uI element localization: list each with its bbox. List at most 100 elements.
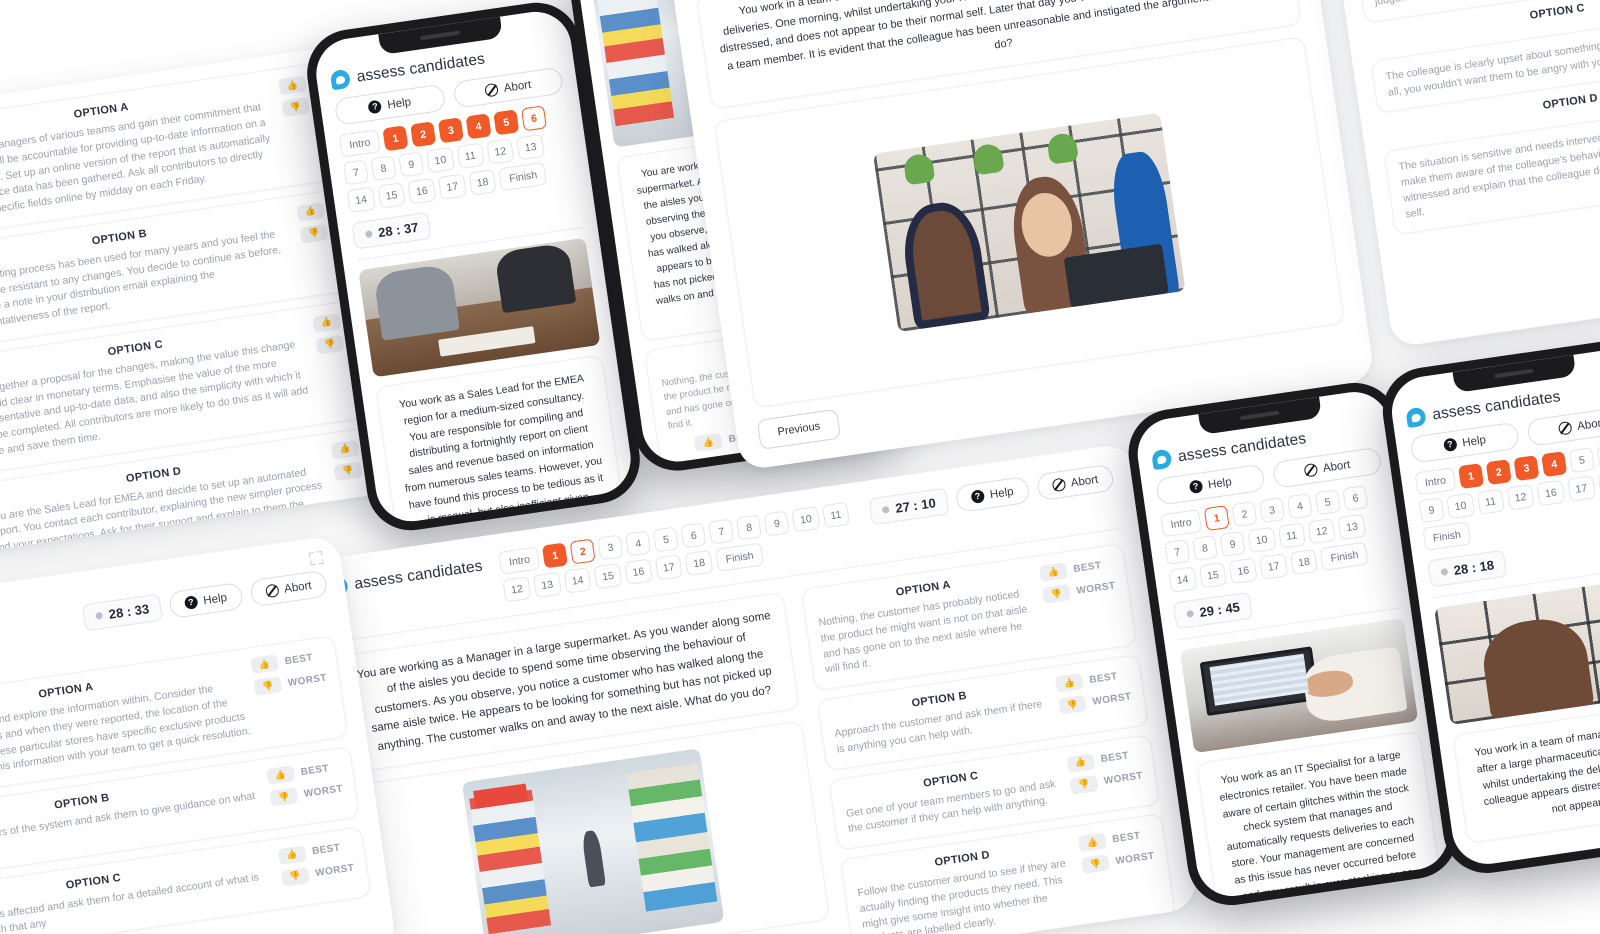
thumbs-down-icon[interactable]: 👎 — [1080, 854, 1110, 874]
thumbs-up-icon[interactable]: 👍 — [1077, 832, 1107, 853]
chip-intro[interactable]: Intro — [1414, 467, 1457, 496]
best-vote[interactable]: 👍 BEST — [1066, 746, 1141, 773]
chip-4[interactable]: 4 — [625, 530, 652, 557]
chip-10[interactable]: 10 — [1446, 492, 1475, 520]
chip-5[interactable]: 5 — [652, 526, 680, 553]
chip-18[interactable]: 18 — [684, 549, 714, 577]
chip-10[interactable]: 10 — [425, 146, 455, 174]
best-vote[interactable]: 👍 BEST — [1077, 826, 1153, 853]
chip-3[interactable]: 3 — [1259, 497, 1286, 524]
chip-10[interactable]: 10 — [1247, 526, 1277, 554]
abort-button[interactable]: Abort — [248, 569, 329, 608]
chip-14[interactable]: 14 — [563, 567, 593, 594]
thumbs-up-icon[interactable]: 👍 — [266, 765, 296, 785]
chip-11[interactable]: 11 — [821, 501, 850, 529]
chip-5[interactable]: 5 — [1568, 447, 1595, 474]
chip-12[interactable]: 12 — [485, 138, 515, 165]
chip-11[interactable]: 11 — [1476, 488, 1505, 515]
chip-6[interactable]: 6 — [520, 105, 548, 132]
chip-8[interactable]: 8 — [1596, 443, 1600, 470]
thumbs-up-icon[interactable]: 👍 — [296, 201, 326, 222]
chip-2[interactable]: 2 — [410, 121, 437, 148]
chip-4[interactable]: 4 — [1286, 493, 1313, 520]
chip-5[interactable]: 5 — [493, 109, 520, 136]
worst-vote[interactable]: 👎 WORST — [269, 780, 344, 807]
chip-3[interactable]: 3 — [437, 117, 464, 144]
thumbs-down-icon[interactable]: 👎 — [280, 97, 310, 118]
worst-vote[interactable]: 👎 WORST — [1069, 768, 1144, 795]
best-vote[interactable]: 👍 BEST — [250, 648, 325, 675]
help-button[interactable]: ? Help — [954, 475, 1031, 514]
chip-finish[interactable]: Finish — [1320, 541, 1369, 571]
thumbs-up-icon[interactable]: 👍 — [1038, 562, 1068, 582]
chip-13[interactable]: 13 — [1337, 513, 1367, 541]
thumbs-down-icon[interactable]: 👎 — [1057, 694, 1087, 715]
thumbs-down-icon[interactable]: 👎 — [269, 787, 299, 807]
abort-button[interactable]: Abort — [451, 66, 565, 109]
chip-intro[interactable]: Intro — [338, 129, 381, 158]
abort-button[interactable]: Abort — [1271, 446, 1383, 489]
thumbs-up-icon[interactable]: 👍 — [1066, 752, 1096, 773]
chip-15[interactable]: 15 — [1198, 562, 1228, 589]
help-button[interactable]: ? Help — [1409, 421, 1521, 464]
thumbs-up-icon[interactable]: 👍 — [312, 312, 342, 333]
previous-button[interactable]: Previous — [756, 408, 841, 450]
chip-6[interactable]: 6 — [1342, 485, 1369, 512]
thumbs-up-icon[interactable]: 👍 — [330, 439, 360, 459]
thumbs-up-icon[interactable]: 👍 — [277, 75, 307, 96]
chip-finish[interactable]: Finish — [1422, 521, 1472, 551]
chip-6[interactable]: 6 — [680, 522, 707, 549]
chip-9[interactable]: 9 — [763, 510, 790, 537]
help-button[interactable]: ? Help — [333, 83, 446, 126]
chip-finish[interactable]: Finish — [715, 542, 764, 572]
chip-finish[interactable]: Finish — [498, 161, 548, 192]
chip-3[interactable]: 3 — [1513, 455, 1540, 482]
thumbs-up-icon[interactable]: 👍 — [1054, 673, 1084, 693]
expand-fullscreen-icon[interactable] — [308, 550, 324, 566]
abort-button[interactable]: Abort — [1526, 404, 1600, 447]
worst-vote[interactable]: 👎 WORST — [1041, 577, 1117, 604]
chip-12[interactable]: 12 — [1506, 484, 1535, 511]
chip-5[interactable]: 5 — [1314, 489, 1341, 516]
chip-16[interactable]: 16 — [624, 558, 653, 585]
thumbs-down-icon[interactable]: 👎 — [333, 461, 363, 481]
chip-8[interactable]: 8 — [736, 514, 763, 541]
chip-9[interactable]: 9 — [1418, 497, 1445, 524]
help-button[interactable]: ? Help — [1155, 463, 1266, 506]
chip-9[interactable]: 9 — [1219, 531, 1246, 558]
thumbs-down-icon[interactable]: 👎 — [1041, 584, 1071, 604]
chip-15[interactable]: 15 — [593, 562, 623, 590]
thumbs-down-icon[interactable]: 👎 — [253, 676, 283, 696]
best-vote[interactable]: 👍 BEST — [1054, 667, 1130, 693]
thumbs-up-icon[interactable]: 👍 — [277, 844, 307, 865]
chip-7[interactable]: 7 — [708, 518, 735, 545]
chip-2[interactable]: 2 — [1485, 459, 1512, 486]
chip-1[interactable]: 1 — [1203, 505, 1230, 532]
chip-10[interactable]: 10 — [791, 506, 821, 533]
worst-vote[interactable]: 👎 WORST — [1057, 688, 1133, 715]
thumbs-down-icon[interactable]: 👎 — [1069, 774, 1099, 795]
chip-12[interactable]: 12 — [502, 576, 532, 603]
chip-intro[interactable]: Intro — [498, 546, 541, 575]
chip-16[interactable]: 16 — [407, 177, 437, 205]
thumbs-down-icon[interactable]: 👎 — [315, 334, 345, 355]
best-vote[interactable]: 👍 BEST — [1038, 556, 1114, 582]
thumbs-up-icon[interactable]: 👍 — [250, 654, 280, 675]
worst-vote[interactable]: 👎 WORST — [280, 860, 356, 887]
chip-12[interactable]: 12 — [1307, 518, 1337, 545]
chip-4[interactable]: 4 — [465, 113, 492, 140]
chip-17[interactable]: 17 — [437, 173, 467, 200]
chip-2[interactable]: 2 — [569, 538, 596, 565]
chip-3[interactable]: 3 — [597, 534, 624, 561]
chip-11[interactable]: 11 — [456, 142, 485, 169]
chip-8[interactable]: 8 — [370, 155, 397, 182]
abort-button[interactable]: Abort — [1035, 463, 1115, 502]
chip-15[interactable]: 15 — [377, 182, 406, 209]
thumbs-down-icon[interactable]: 👎 — [299, 223, 329, 244]
chip-1[interactable]: 1 — [542, 542, 569, 569]
chip-8[interactable]: 8 — [1191, 535, 1218, 562]
chip-intro[interactable]: Intro — [1160, 509, 1203, 538]
chip-11[interactable]: 11 — [1277, 522, 1306, 549]
chip-17[interactable]: 17 — [1566, 475, 1596, 502]
best-vote[interactable]: 👍 BEST — [266, 759, 341, 785]
